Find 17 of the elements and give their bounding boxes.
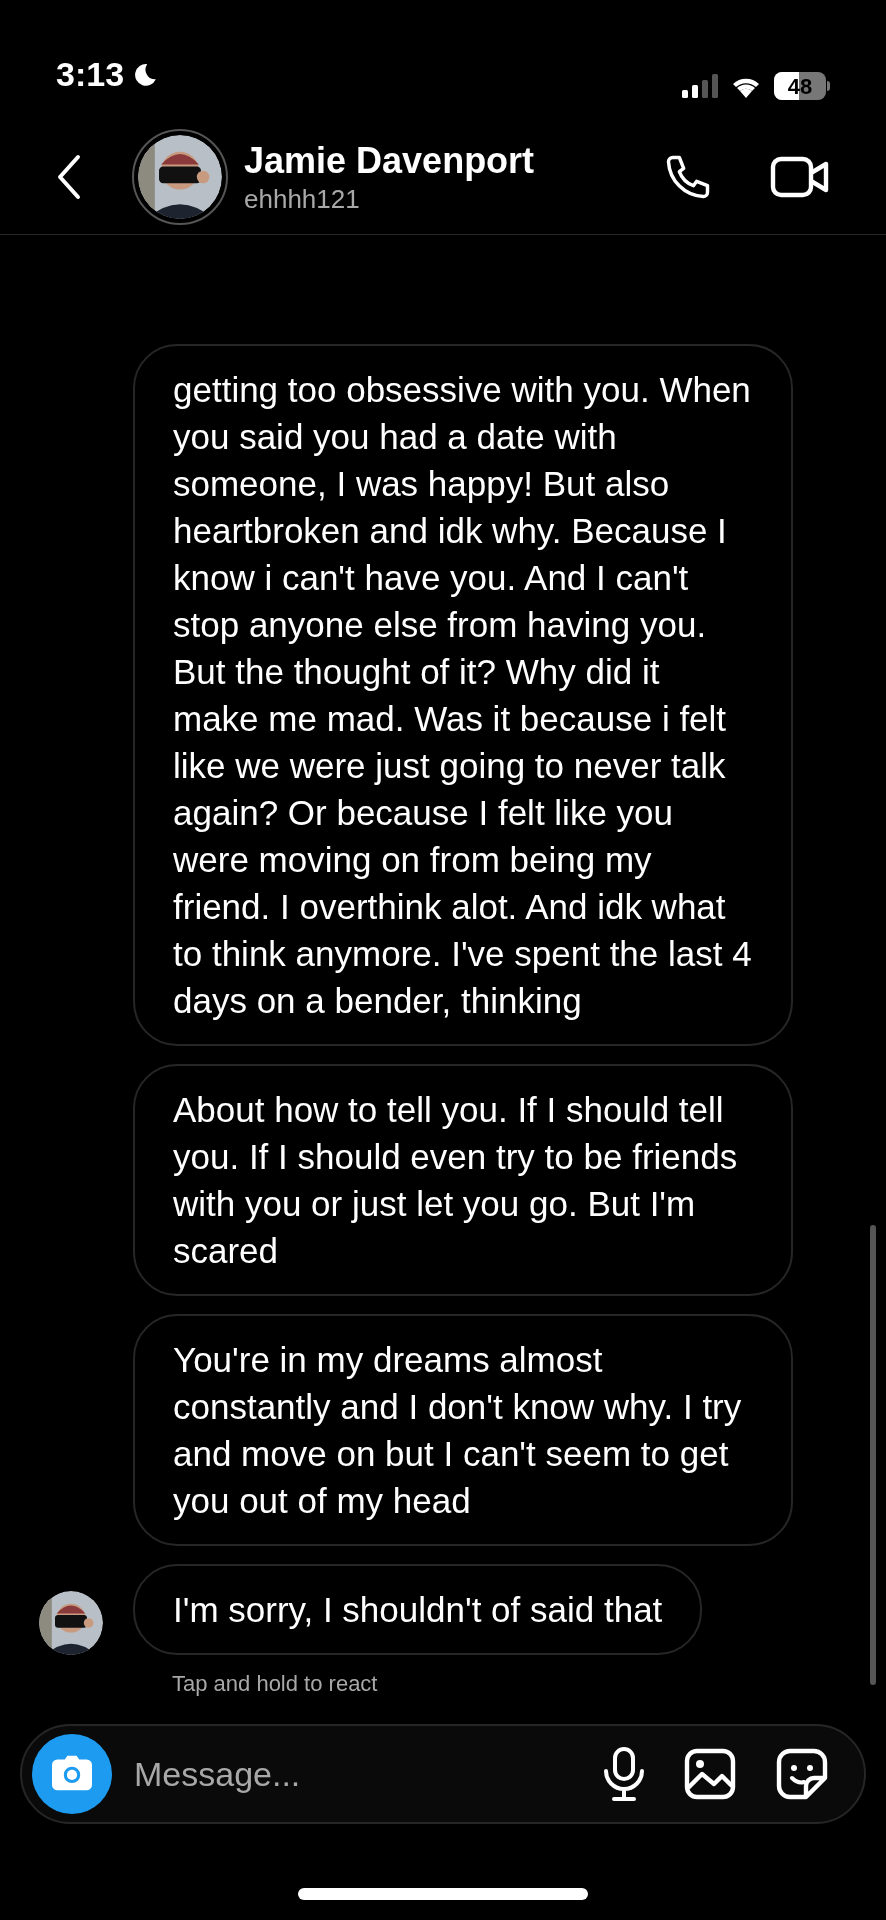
- image-icon[interactable]: [684, 1748, 736, 1800]
- message-input[interactable]: Message...: [134, 1748, 602, 1800]
- signal-icon: [682, 74, 718, 98]
- microphone-icon[interactable]: [602, 1747, 646, 1801]
- contact-username: ehhhh121: [244, 183, 361, 215]
- avatar-ring[interactable]: [132, 129, 228, 225]
- sticker-icon[interactable]: [776, 1748, 828, 1800]
- message-bubble[interactable]: getting too obsessive with you. When you said you had a date with someone, I was happy! But also heartbroken and idk why. Because I know i can't have you. And I can't stop anyone else from having you. But the thought of it? Why did it make me mad. Was it because i felt like we were just going to never talk again? Or because I felt like you were moving on from being my friend. I overthink alot. And idk what to think anymore. I've spent the last 4 days on a bender, thinking: [133, 344, 793, 1046]
- message-bubble[interactable]: I'm sorry, I shouldn't of said that: [133, 1564, 703, 1655]
- moon-icon: [132, 61, 159, 88]
- message-composer[interactable]: Message...: [20, 1724, 866, 1824]
- message-bubble[interactable]: About how to tell you. If I should tell you. If I should even try to be friends with you or just let you go. But I'm scared: [133, 1064, 793, 1296]
- react-hint: Tap and hold to react: [172, 1670, 379, 1698]
- camera-button[interactable]: [32, 1734, 112, 1814]
- contact-name: Jamie Davenport: [244, 139, 536, 183]
- clock-time: 3:13: [56, 54, 125, 95]
- message-bubble[interactable]: You're in my dreams almost constantly and I don't know why. I try and move on but I can't seem to get you out of my head: [133, 1314, 793, 1546]
